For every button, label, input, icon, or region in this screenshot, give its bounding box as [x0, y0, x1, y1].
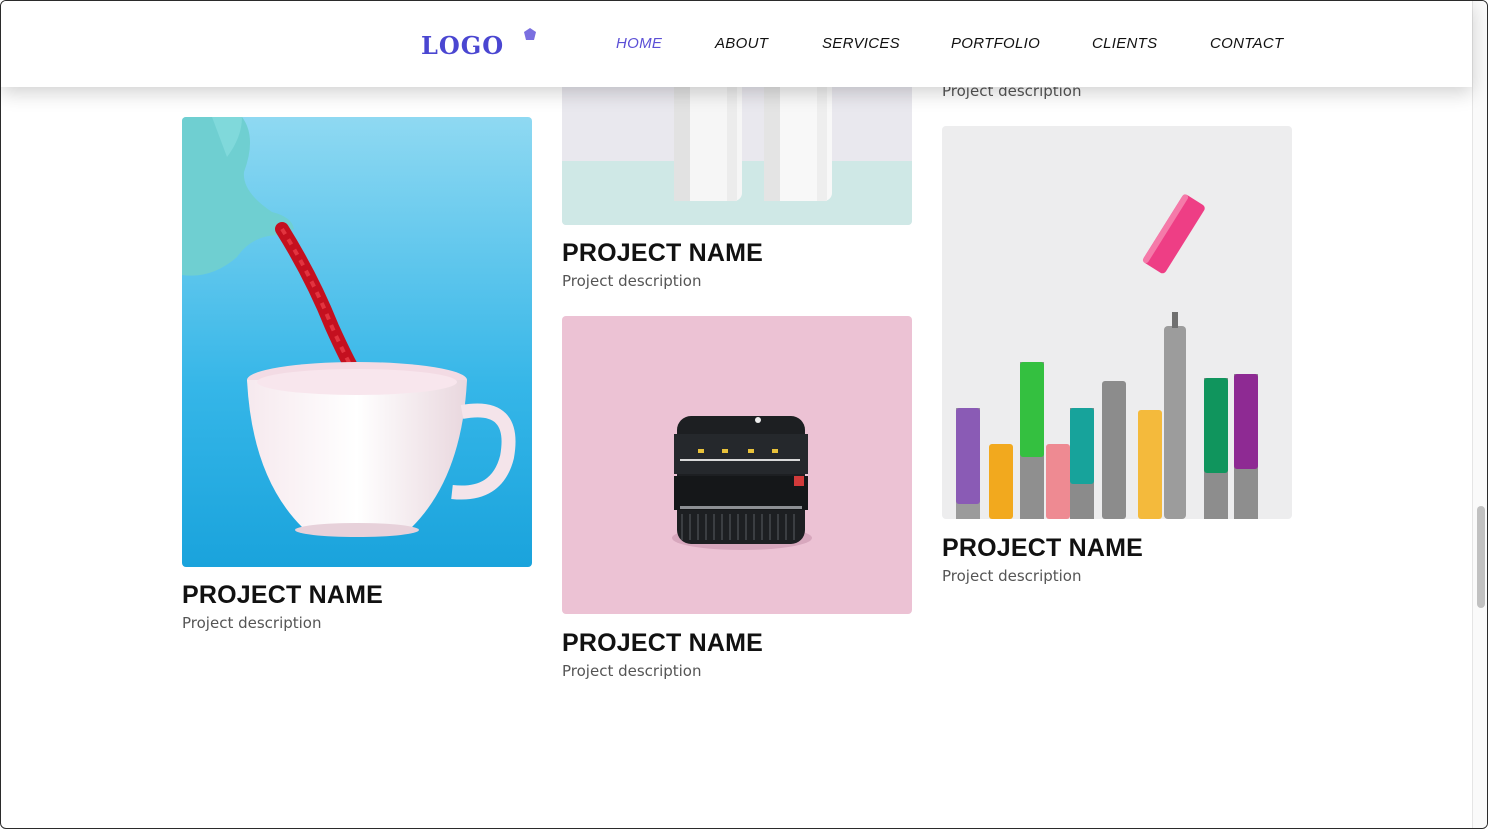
project-description: Project description: [562, 272, 702, 290]
project-name[interactable]: PROJECT NAME: [182, 581, 383, 610]
teapot-image: [182, 117, 532, 567]
project-name[interactable]: PROJECT NAME: [562, 239, 763, 268]
vertical-scrollbar[interactable]: [1472, 1, 1487, 828]
project-image-teapot[interactable]: [182, 117, 532, 567]
project-image-markers[interactable]: [942, 126, 1292, 519]
site-header: LOGO HOME ABOUT SERVICES PORTFOLIO CLIEN…: [1, 1, 1472, 87]
portfolio-grid: Project description PROJECT NAME Project…: [1, 1, 1472, 828]
project-name[interactable]: PROJECT NAME: [562, 629, 763, 658]
nav-portfolio[interactable]: PORTFOLIO: [951, 35, 1040, 52]
project-image-lens[interactable]: [562, 316, 912, 614]
logo-text[interactable]: LOGO: [421, 31, 504, 60]
nav-clients[interactable]: CLIENTS: [1092, 35, 1157, 52]
nav-home[interactable]: HOME: [616, 35, 662, 52]
nav-contact[interactable]: CONTACT: [1210, 35, 1283, 52]
project-description: Project description: [942, 567, 1082, 585]
markers-image: [942, 126, 1292, 519]
project-description: Project description: [182, 614, 322, 632]
project-description: Project description: [562, 662, 702, 680]
project-name[interactable]: PROJECT NAME: [942, 534, 1143, 563]
nav-about[interactable]: ABOUT: [715, 35, 768, 52]
nav-services[interactable]: SERVICES: [822, 35, 900, 52]
browser-frame: Project description PROJECT NAME Project…: [0, 0, 1488, 829]
lens-image: [562, 316, 912, 614]
logo-mark-icon: [524, 28, 536, 40]
scrollbar-thumb[interactable]: [1477, 506, 1485, 608]
